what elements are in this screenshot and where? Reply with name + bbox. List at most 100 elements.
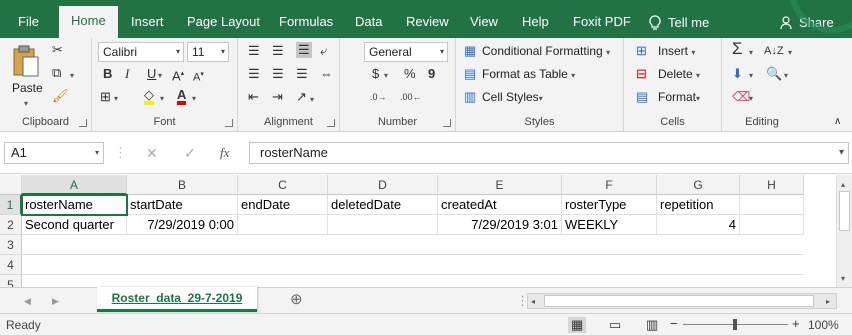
align-right-icon[interactable]: ☰ [296, 66, 308, 82]
paste-dropdown-icon[interactable]: ▾ [24, 96, 28, 112]
cell-e1[interactable]: createdAt [438, 195, 562, 215]
underline-button[interactable]: U [147, 66, 156, 82]
paste-icon[interactable] [11, 44, 41, 78]
conditional-formatting-button[interactable]: Conditional Formatting ▾ [482, 43, 610, 61]
add-sheet-icon[interactable]: ⊕ [290, 292, 303, 308]
tab-insert[interactable]: Insert [121, 7, 174, 38]
tab-foxit-pdf[interactable]: Foxit PDF [563, 7, 641, 38]
sort-dropdown-icon[interactable]: ▾ [788, 45, 792, 61]
sheet-tab-roster-data[interactable]: Roster_data_29-7-2019 [97, 287, 257, 312]
copy-dropdown-icon[interactable]: ▾ [70, 68, 74, 84]
vertical-scroll-thumb[interactable] [839, 191, 850, 231]
increase-decimal-icon[interactable]: .0→ [370, 89, 387, 105]
row-header-4[interactable]: 4 [0, 255, 22, 275]
font-shrink-icon[interactable]: A▾ [193, 67, 204, 86]
orientation-icon[interactable]: ↗ [296, 89, 307, 105]
font-color-icon[interactable]: A [177, 88, 187, 105]
merge-center-icon[interactable]: ⇔ [320, 66, 333, 82]
page-break-view-icon[interactable]: ▥ [646, 317, 658, 333]
comma-button[interactable]: 9 [428, 66, 435, 82]
clear-dropdown-icon[interactable]: ▾ [749, 91, 753, 107]
format-as-table-button[interactable]: Format as Table ▾ [482, 66, 575, 84]
find-select-icon[interactable]: 🔍 [766, 66, 782, 82]
cell-c2[interactable] [238, 215, 328, 235]
cancel-icon[interactable]: ✕ [146, 145, 158, 161]
select-all-corner[interactable] [0, 175, 22, 195]
tab-page-layout[interactable]: Page Layout [177, 7, 270, 38]
fill-icon[interactable]: ⬇ [732, 66, 743, 82]
clear-icon[interactable]: ⌫ [732, 89, 750, 105]
fill-color-dropdown-icon[interactable]: ▾ [160, 91, 164, 107]
tab-view[interactable]: View [460, 7, 508, 38]
row-header-3[interactable]: 3 [0, 235, 22, 255]
horizontal-scrollbar[interactable]: ◂ ▸ [527, 293, 837, 309]
align-center-icon[interactable]: ☰ [272, 66, 284, 82]
expand-formula-icon[interactable]: ▾ [839, 143, 844, 163]
cell-c1[interactable]: endDate [238, 195, 328, 215]
scroll-left-icon[interactable]: ◂ [531, 294, 535, 310]
align-left-icon[interactable]: ☰ [248, 66, 260, 82]
column-header-c[interactable]: C [238, 175, 328, 195]
percent-button[interactable]: % [404, 66, 416, 82]
cut-icon[interactable]: ✂ [52, 42, 63, 58]
currency-button[interactable]: $ [372, 66, 379, 82]
orientation-dropdown-icon[interactable]: ▾ [310, 92, 314, 108]
cell-f1[interactable]: rosterType [562, 195, 657, 215]
enter-icon[interactable]: ✓ [184, 145, 196, 161]
font-size-select[interactable]: 11 ▾ [187, 42, 229, 62]
column-header-e[interactable]: E [438, 175, 562, 195]
zoom-out-icon[interactable]: − [670, 316, 678, 332]
tab-data[interactable]: Data [345, 7, 392, 38]
paste-button[interactable]: Paste [12, 80, 43, 96]
cell-e2[interactable]: 7/29/2019 3:01 [438, 215, 562, 235]
currency-dropdown-icon[interactable]: ▾ [384, 68, 388, 84]
column-header-d[interactable]: D [328, 175, 438, 195]
column-header-a[interactable]: A [22, 175, 127, 195]
tab-home[interactable]: Home [59, 6, 118, 38]
align-bottom-icon[interactable]: ☰ [296, 42, 312, 58]
format-painter-icon[interactable]: 🖌 [52, 88, 69, 104]
find-dropdown-icon[interactable]: ▾ [784, 68, 788, 84]
next-sheet-icon[interactable]: ▶ [52, 293, 59, 309]
page-layout-view-icon[interactable]: ▭ [609, 317, 621, 333]
column-header-g[interactable]: G [657, 175, 740, 195]
cell-d2[interactable] [328, 215, 438, 235]
wrap-text-icon[interactable]: ⤶ [320, 43, 327, 59]
cell-g2[interactable]: 4 [657, 215, 740, 235]
empty-row-5[interactable] [22, 275, 804, 287]
tab-file[interactable]: File [8, 7, 49, 38]
name-box[interactable]: A1 ▾ [4, 142, 104, 164]
increase-indent-icon[interactable]: ⇥ [272, 89, 283, 105]
tab-review[interactable]: Review [396, 7, 459, 38]
cell-h1[interactable] [740, 195, 804, 215]
insert-function-button[interactable]: fx [220, 145, 229, 161]
column-header-b[interactable]: B [127, 175, 238, 195]
font-launcher-icon[interactable] [225, 119, 233, 127]
prev-sheet-icon[interactable]: ◀ [24, 293, 31, 309]
column-header-f[interactable]: F [562, 175, 657, 195]
bold-button[interactable]: B [103, 66, 112, 82]
cell-a1[interactable]: rosterName [21, 194, 128, 216]
row-header-1[interactable]: 1 [0, 195, 22, 215]
cell-d1[interactable]: deletedDate [328, 195, 438, 215]
font-color-dropdown-icon[interactable]: ▾ [192, 91, 196, 107]
borders-dropdown-icon[interactable]: ▾ [114, 91, 118, 107]
underline-dropdown-icon[interactable]: ▾ [158, 68, 162, 84]
normal-view-icon[interactable]: ▦ [568, 317, 587, 333]
insert-button[interactable]: Insert ▾ [658, 43, 695, 61]
zoom-level[interactable]: 100% [808, 318, 839, 332]
empty-row-3[interactable] [22, 235, 804, 255]
cell-b2[interactable]: 7/29/2019 0:00 [127, 215, 238, 235]
borders-icon[interactable]: ⊞ [100, 89, 111, 105]
column-header-h[interactable]: H [740, 175, 804, 195]
cell-a2[interactable]: Second quarter [22, 215, 127, 235]
number-format-select[interactable]: General ▾ [364, 42, 448, 62]
row-header-2[interactable]: 2 [0, 215, 22, 235]
cell-b1[interactable]: startDate [127, 195, 238, 215]
empty-row-4[interactable] [22, 255, 804, 275]
align-top-icon[interactable]: ☰ [248, 43, 260, 59]
tell-me-box[interactable]: Tell me [648, 7, 709, 38]
horizontal-scroll-thumb[interactable] [544, 295, 814, 307]
font-name-select[interactable]: Calibri ▾ [98, 42, 184, 62]
tab-formulas[interactable]: Formulas [269, 7, 343, 38]
